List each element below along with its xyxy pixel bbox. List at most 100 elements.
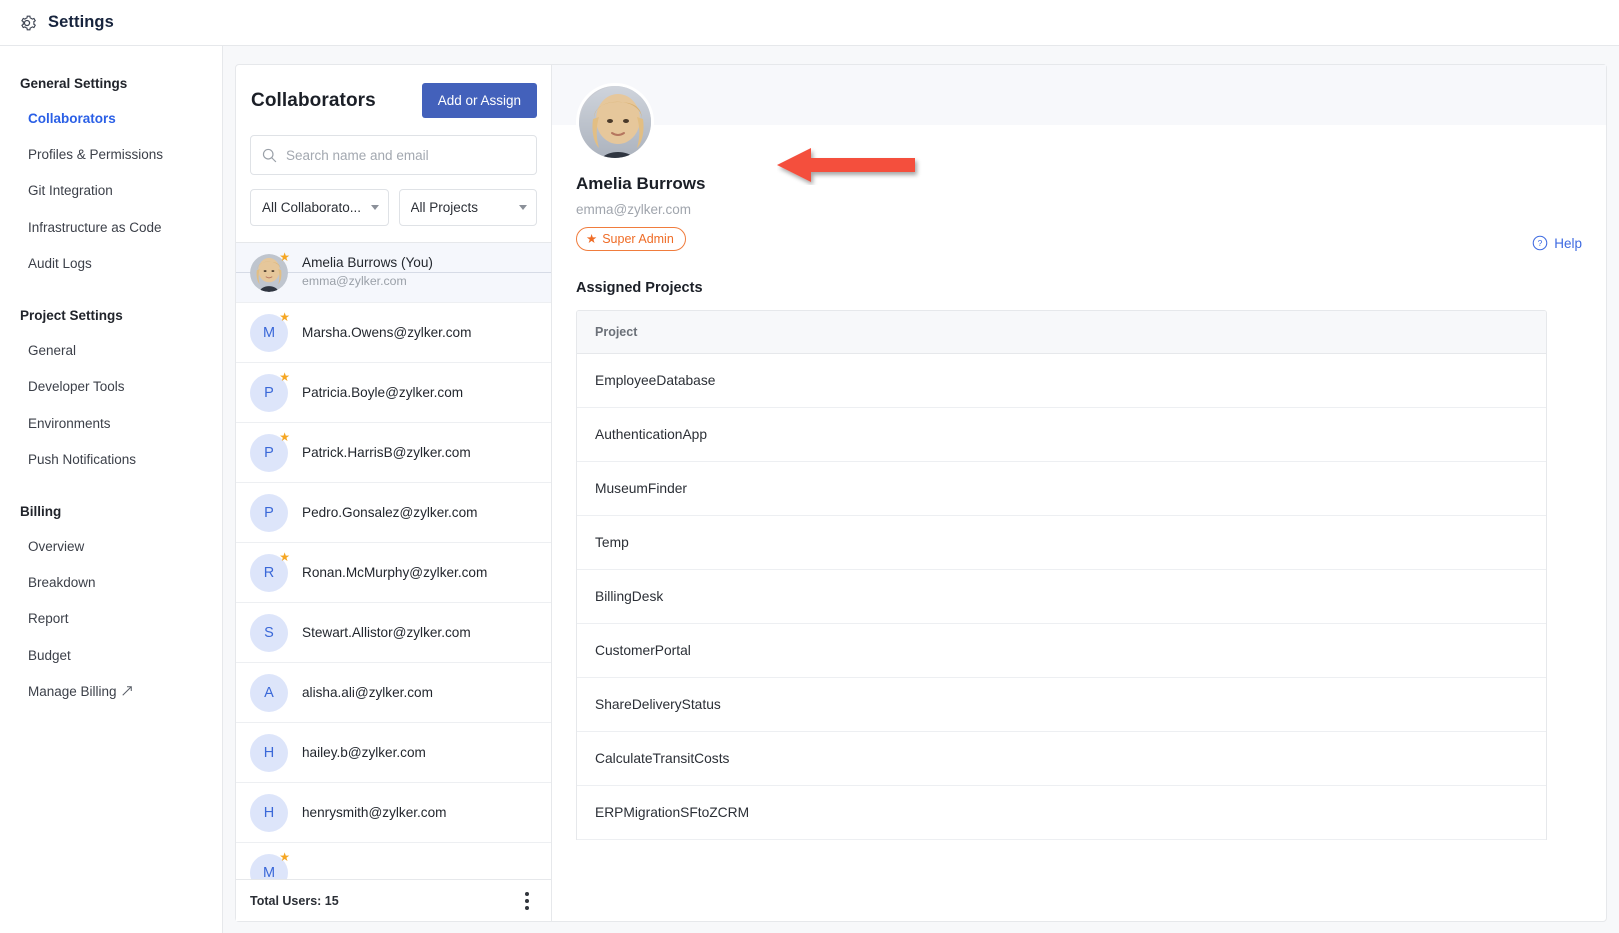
collaborators-user-list[interactable]: ★Amelia Burrows (You)emma@zylker.comM★Ma… — [236, 242, 551, 921]
list-item[interactable]: R★ Ronan.McMurphy@zylker.com — [236, 543, 551, 603]
list-item-email: hailey.b@zylker.com — [302, 745, 426, 760]
avatar: P — [250, 494, 288, 532]
avatar: S — [250, 614, 288, 652]
sidebar-item-developer-tools[interactable]: Developer Tools — [0, 369, 222, 405]
sidebar-item-collaborators[interactable]: Collaborators — [0, 101, 222, 137]
list-item-text: Marsha.Owens@zylker.com — [302, 325, 471, 340]
table-row[interactable]: BillingDesk — [577, 570, 1546, 624]
star-icon: ★ — [279, 551, 290, 563]
avatar — [576, 83, 654, 161]
sidebar-item-environments[interactable]: Environments — [0, 406, 222, 442]
person-name: Amelia Burrows — [576, 174, 1582, 194]
collaborators-list-footer: Total Users: 15 — [236, 879, 551, 921]
avatar-initial: H — [250, 794, 288, 832]
sidebar-item-general[interactable]: General — [0, 333, 222, 369]
table-row[interactable]: MuseumFinder — [577, 462, 1546, 516]
avatar: R★ — [250, 554, 288, 592]
more-options-icon[interactable] — [521, 888, 533, 914]
nav-group-title: Billing — [0, 492, 222, 529]
list-item[interactable]: P★Patrick.HarrisB@zylker.com — [236, 423, 551, 483]
sidebar-item-git-integration[interactable]: Git Integration — [0, 173, 222, 209]
list-item-email: Pedro.Gonsalez@zylker.com — [302, 505, 477, 520]
person-email: emma@zylker.com — [576, 202, 1582, 217]
chevron-down-icon — [371, 205, 379, 210]
help-link[interactable]: ? Help — [1532, 235, 1582, 251]
list-item-text: Stewart.Allistor@zylker.com — [302, 625, 471, 640]
list-item-email: Marsha.Owens@zylker.com — [302, 325, 471, 340]
nav-group-title: Project Settings — [0, 296, 222, 333]
list-item[interactable]: P★Patricia.Boyle@zylker.com — [236, 363, 551, 423]
list-item-text: alisha.ali@zylker.com — [302, 685, 433, 700]
list-item-email: henrysmith@zylker.com — [302, 805, 447, 820]
search-icon — [261, 147, 278, 164]
sidebar-item-manage-billing[interactable]: Manage Billing — [0, 674, 222, 710]
list-item-email: alisha.ali@zylker.com — [302, 685, 433, 700]
avatar-initial: H — [250, 734, 288, 772]
sidebar-item-infrastructure-as-code[interactable]: Infrastructure as Code — [0, 210, 222, 246]
search-box[interactable] — [250, 135, 537, 175]
sidebar-item-audit-logs[interactable]: Audit Logs — [0, 246, 222, 282]
sidebar-item-push-notifications[interactable]: Push Notifications — [0, 442, 222, 478]
table-column-header-project: Project — [577, 311, 1546, 354]
collaborator-detail-panel: Amelia Burrows emma@zylker.com ★ Super A… — [552, 65, 1606, 921]
list-item[interactable]: S Stewart.Allistor@zylker.com — [236, 603, 551, 663]
sidebar-item-breakdown[interactable]: Breakdown — [0, 565, 222, 601]
list-item[interactable]: Hhailey.b@zylker.com — [236, 723, 551, 783]
list-item[interactable]: Aalisha.ali@zylker.com — [236, 663, 551, 723]
star-icon: ★ — [279, 311, 290, 323]
table-row[interactable]: CalculateTransitCosts — [577, 732, 1546, 786]
table-row[interactable]: AuthenticationApp — [577, 408, 1546, 462]
collaborators-list-panel: Collaborators Add or Assign All Collabor… — [236, 65, 552, 921]
table-row[interactable]: ShareDeliveryStatus — [577, 678, 1546, 732]
sidebar-item-budget[interactable]: Budget — [0, 638, 222, 674]
avatar-initial: A — [250, 674, 288, 712]
table-row[interactable]: ERPMigrationSFtoZCRM — [577, 786, 1546, 840]
add-or-assign-button[interactable]: Add or Assign — [422, 83, 537, 118]
list-item-email: emma@zylker.com — [302, 273, 433, 290]
help-label: Help — [1554, 236, 1582, 251]
table-row[interactable]: Temp — [577, 516, 1546, 570]
collaborators-list-header: Collaborators Add or Assign All Collabor… — [236, 65, 551, 242]
filter-projects-select[interactable]: All Projects — [399, 189, 538, 226]
sidebar-item-profiles-permissions[interactable]: Profiles & Permissions — [0, 137, 222, 173]
page-title: Settings — [48, 13, 114, 32]
list-item-email: Ronan.McMurphy@zylker.com — [302, 565, 487, 580]
star-icon: ★ — [586, 231, 597, 246]
avatar: P★ — [250, 434, 288, 472]
list-item[interactable]: ★Amelia Burrows (You)emma@zylker.com — [236, 243, 551, 303]
status-badge: ★ Super Admin — [576, 227, 686, 251]
collaborators-title: Collaborators — [251, 90, 376, 112]
table-row[interactable]: CustomerPortal — [577, 624, 1546, 678]
list-item-text: henrysmith@zylker.com — [302, 805, 447, 820]
filter-collaborators-value: All Collaborato... — [262, 200, 361, 215]
list-item-email: Patricia.Boyle@zylker.com — [302, 385, 463, 400]
list-item[interactable]: M★Marsha.Owens@zylker.com — [236, 303, 551, 363]
filter-projects-value: All Projects — [411, 200, 479, 215]
search-input[interactable] — [286, 148, 526, 163]
list-item[interactable]: P Pedro.Gonsalez@zylker.com — [236, 483, 551, 543]
avatar-initial: S — [250, 614, 288, 652]
filter-row: All Collaborato... All Projects — [250, 189, 537, 226]
list-item[interactable]: Hhenrysmith@zylker.com — [236, 783, 551, 843]
list-item-text: Amelia Burrows (You)emma@zylker.com — [302, 255, 433, 290]
star-icon: ★ — [279, 371, 290, 383]
nav-group-general-settings: General Settings Collaborators Profiles … — [0, 64, 222, 282]
list-item-text: Pedro.Gonsalez@zylker.com — [302, 505, 477, 520]
settings-sidebar: General Settings Collaborators Profiles … — [0, 46, 223, 933]
table-row[interactable]: EmployeeDatabase — [577, 354, 1546, 408]
nav-group-title: General Settings — [0, 64, 222, 101]
sidebar-item-label: Manage Billing — [28, 684, 117, 699]
list-item-text: Ronan.McMurphy@zylker.com — [302, 565, 487, 580]
assigned-projects-table: Project EmployeeDatabaseAuthenticationAp… — [576, 310, 1547, 840]
filter-collaborators-select[interactable]: All Collaborato... — [250, 189, 389, 226]
external-link-icon — [121, 685, 133, 697]
app-header: Settings — [0, 0, 1619, 46]
list-item-text: hailey.b@zylker.com — [302, 745, 426, 760]
nav-group-project-settings: Project Settings General Developer Tools… — [0, 296, 222, 478]
assigned-projects-title: Assigned Projects — [576, 280, 1582, 296]
sidebar-item-overview[interactable]: Overview — [0, 529, 222, 565]
status-badge-label: Super Admin — [602, 232, 674, 246]
avatar: H — [250, 734, 288, 772]
collaborators-card: Collaborators Add or Assign All Collabor… — [235, 64, 1607, 922]
sidebar-item-report[interactable]: Report — [0, 601, 222, 637]
